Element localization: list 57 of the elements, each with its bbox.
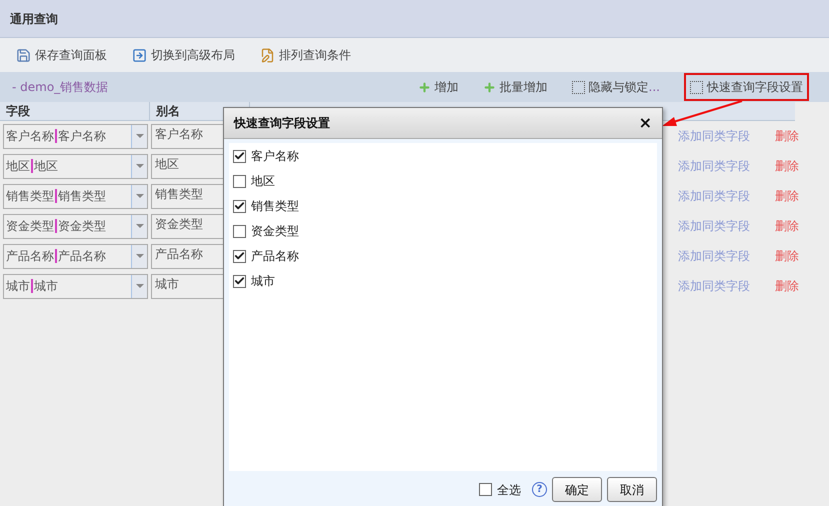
dotted-square-icon bbox=[572, 80, 585, 94]
field-select[interactable]: 城市 城市 bbox=[3, 274, 148, 298]
field-select[interactable]: 客户名称 客户名称 bbox=[3, 124, 148, 148]
field-select[interactable]: 产品名称 产品名称 bbox=[3, 244, 148, 268]
plus-icon bbox=[482, 80, 496, 94]
checkbox[interactable] bbox=[233, 274, 246, 288]
dropdown-caret-icon bbox=[136, 194, 144, 198]
field-option-label: 产品名称 bbox=[251, 248, 299, 265]
field-label: 城市 bbox=[34, 278, 58, 295]
dropdown-caret-icon bbox=[136, 164, 144, 168]
field-option-label: 地区 bbox=[251, 173, 275, 190]
checkbox[interactable] bbox=[233, 250, 246, 262]
checkbox[interactable] bbox=[479, 483, 492, 496]
field-name: 资金类型 bbox=[6, 218, 54, 235]
field-select[interactable]: 地区 地区 bbox=[3, 154, 148, 178]
toolbar-button[interactable]: 保存查询面板 bbox=[16, 46, 107, 64]
dotted-square-icon bbox=[690, 80, 703, 94]
dialog-button[interactable]: 取消 bbox=[607, 477, 657, 502]
field-select[interactable]: 销售类型 销售类型 bbox=[3, 184, 148, 208]
dialog-button[interactable]: 确定 bbox=[552, 477, 602, 502]
dropdown-caret-icon bbox=[136, 254, 144, 258]
field-option-label: 销售类型 bbox=[251, 198, 299, 215]
field-name: 客户名称 bbox=[6, 128, 54, 145]
checkbox[interactable] bbox=[233, 174, 246, 188]
field-option-label: 资金类型 bbox=[251, 223, 299, 240]
plus-icon bbox=[418, 80, 431, 94]
checkbox[interactable] bbox=[233, 224, 246, 238]
dropdown-caret-icon bbox=[136, 284, 144, 288]
close-button[interactable]: × bbox=[638, 111, 652, 135]
field-option-label: 城市 bbox=[251, 273, 275, 290]
dropdown-caret-icon bbox=[136, 224, 144, 228]
action-button[interactable]: 快速查询字段设置 bbox=[684, 73, 809, 101]
field-name: 地区 bbox=[6, 158, 30, 175]
pencil-document-icon bbox=[260, 48, 275, 62]
field-label: 地区 bbox=[34, 158, 58, 175]
checkbox[interactable] bbox=[233, 200, 246, 212]
field-label: 客户名称 bbox=[58, 128, 106, 145]
window-title: 通用查询 bbox=[10, 10, 58, 28]
field-name: 产品名称 bbox=[6, 248, 54, 265]
column-header: 字段 bbox=[0, 102, 150, 120]
field-label: 产品名称 bbox=[58, 248, 106, 265]
checkbox[interactable] bbox=[233, 150, 246, 162]
field-label: 资金类型 bbox=[58, 218, 106, 235]
toolbar-button[interactable]: 排列查询条件 bbox=[260, 46, 351, 64]
toolbar-button[interactable]: 切换到高级布局 bbox=[132, 46, 235, 64]
field-option-label: 客户名称 bbox=[251, 148, 299, 165]
select-all-label: 全选 bbox=[497, 482, 521, 498]
dropdown-caret-icon bbox=[136, 134, 144, 138]
help-icon[interactable]: ? bbox=[532, 482, 547, 497]
action-button[interactable]: 增加 bbox=[418, 78, 459, 96]
action-button[interactable]: 批量增加 bbox=[482, 78, 548, 96]
field-name: 销售类型 bbox=[6, 188, 54, 205]
action-button[interactable]: 隐藏与锁定... bbox=[572, 78, 660, 96]
field-select[interactable]: 资金类型 资金类型 bbox=[3, 214, 148, 238]
section-title: - demo_销售数据 bbox=[12, 79, 108, 96]
field-label: 销售类型 bbox=[58, 188, 106, 205]
field-name: 城市 bbox=[6, 278, 30, 295]
